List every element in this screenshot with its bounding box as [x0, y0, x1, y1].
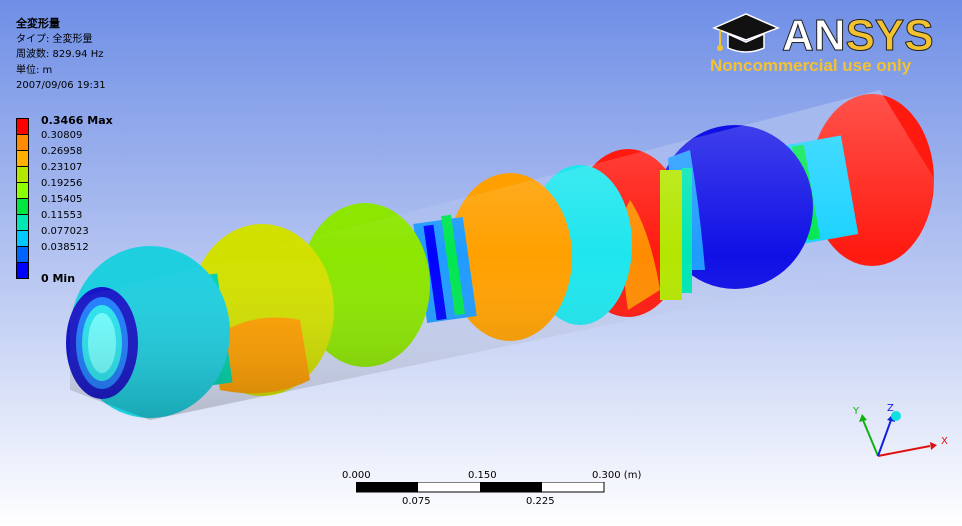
pipe-body: [66, 90, 935, 420]
deformed-model-view[interactable]: [0, 0, 962, 526]
scale-tick-label: 0.300 (m): [592, 470, 642, 481]
scale-tick-label: 0.000: [342, 470, 371, 481]
scale-tick-label: 0.150: [468, 470, 497, 481]
axis-x-label: X: [941, 436, 948, 447]
scale-bar-graphic: [356, 482, 605, 493]
scale-bar: 0.000 0.150 0.300 (m) 0.075 0.225: [340, 468, 642, 512]
scale-tick-label: 0.225: [526, 496, 555, 507]
axis-y-label: Y: [852, 406, 860, 417]
coordinate-triad[interactable]: X Y Z: [845, 398, 955, 468]
scale-tick-label: 0.075: [402, 496, 431, 507]
axis-z-label: Z: [887, 403, 894, 414]
